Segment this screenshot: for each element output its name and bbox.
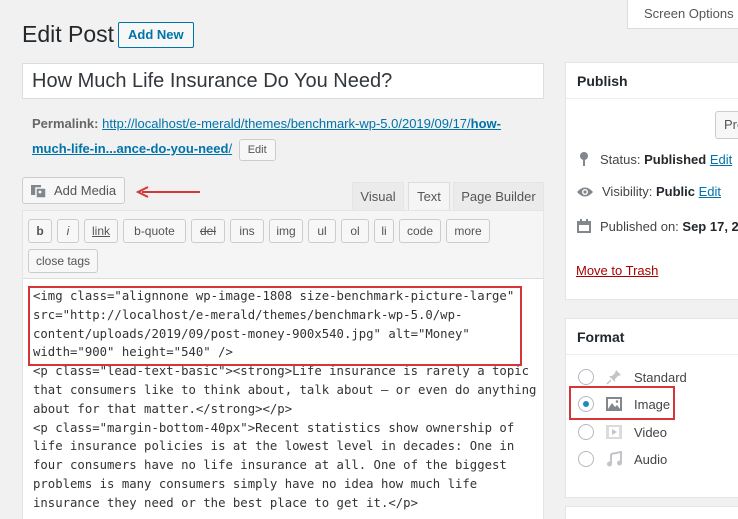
format-label-standard: Standard [634, 369, 687, 385]
edit-slug-button[interactable]: Edit [238, 138, 276, 161]
add-media-label: Add Media [54, 183, 117, 198]
format-label-audio: Audio [634, 451, 668, 467]
annotation-arrow-icon [135, 186, 200, 198]
quicktags-toolbar: b i link b-quote del ins img ul ol li co… [23, 211, 543, 279]
format-option-image[interactable]: Image [578, 394, 670, 414]
format-label-video: Video [634, 424, 668, 440]
publish-title: Publish [566, 63, 738, 99]
permalink-label: Permalink: [32, 116, 99, 131]
image-icon [604, 394, 624, 414]
status-row: Status: Published Edit [576, 151, 732, 167]
pin-icon [580, 152, 588, 166]
audio-icon [604, 449, 624, 469]
qt-bold-button[interactable]: b [28, 219, 52, 243]
published-on-row: Published on: Sep 17, 20 [576, 218, 738, 234]
add-new-button[interactable]: Add New [118, 22, 194, 48]
qt-img-button[interactable]: img [269, 219, 303, 243]
screen-options-tab[interactable]: Screen Options [627, 0, 738, 29]
qt-close-tags-button[interactable]: close tags [28, 249, 98, 273]
add-media-button[interactable]: Add Media [22, 177, 125, 204]
qt-li-button[interactable]: li [374, 219, 394, 243]
tab-page-builder[interactable]: Page Builder [453, 182, 544, 211]
media-icon [31, 184, 47, 199]
eye-icon [577, 187, 593, 196]
video-icon [604, 422, 624, 442]
format-title: Format [566, 319, 738, 355]
qt-ul-button[interactable]: ul [308, 219, 336, 243]
format-option-standard[interactable]: Standard [578, 367, 687, 387]
editor-content-textarea[interactable]: <img class="alignnone wp-image-1808 size… [33, 287, 536, 513]
page-title: Edit Post [22, 21, 115, 47]
format-option-audio[interactable]: Audio [578, 449, 667, 469]
pin-icon [604, 367, 624, 387]
qt-ol-button[interactable]: ol [341, 219, 369, 243]
calendar-icon [577, 219, 591, 233]
qt-code-button[interactable]: code [399, 219, 441, 243]
move-to-trash-link[interactable]: Move to Trash [576, 263, 658, 278]
preview-button[interactable]: Pre [715, 111, 738, 139]
format-option-video[interactable]: Video [578, 422, 667, 442]
format-radio-video[interactable] [578, 424, 594, 440]
format-label-image: Image [634, 396, 671, 412]
format-radio-image[interactable] [578, 396, 594, 412]
qt-del-button[interactable]: del [191, 219, 225, 243]
next-sidebar-box [565, 506, 738, 519]
format-radio-audio[interactable] [578, 451, 594, 467]
qt-link-button[interactable]: link [84, 219, 118, 243]
tab-text[interactable]: Text [408, 182, 450, 211]
visibility-row: Visibility: Public Edit [576, 184, 721, 199]
visibility-edit-link[interactable]: Edit [699, 184, 721, 199]
qt-ins-button[interactable]: ins [230, 219, 264, 243]
format-radio-standard[interactable] [578, 369, 594, 385]
text-editor: b i link b-quote del ins img ul ol li co… [22, 210, 544, 519]
tab-visual[interactable]: Visual [352, 182, 404, 211]
permalink: Permalink: http://localhost/e-merald/the… [32, 111, 542, 161]
publish-box: Publish Pre Status: Published Edit Visib… [565, 62, 738, 300]
qt-bquote-button[interactable]: b-quote [123, 219, 186, 243]
qt-more-button[interactable]: more [446, 219, 490, 243]
status-edit-link[interactable]: Edit [710, 152, 732, 167]
post-title-input[interactable]: How Much Life Insurance Do You Need? [22, 63, 544, 99]
qt-italic-button[interactable]: i [57, 219, 79, 243]
format-box: Format Standard Image Video Audio [565, 318, 738, 498]
